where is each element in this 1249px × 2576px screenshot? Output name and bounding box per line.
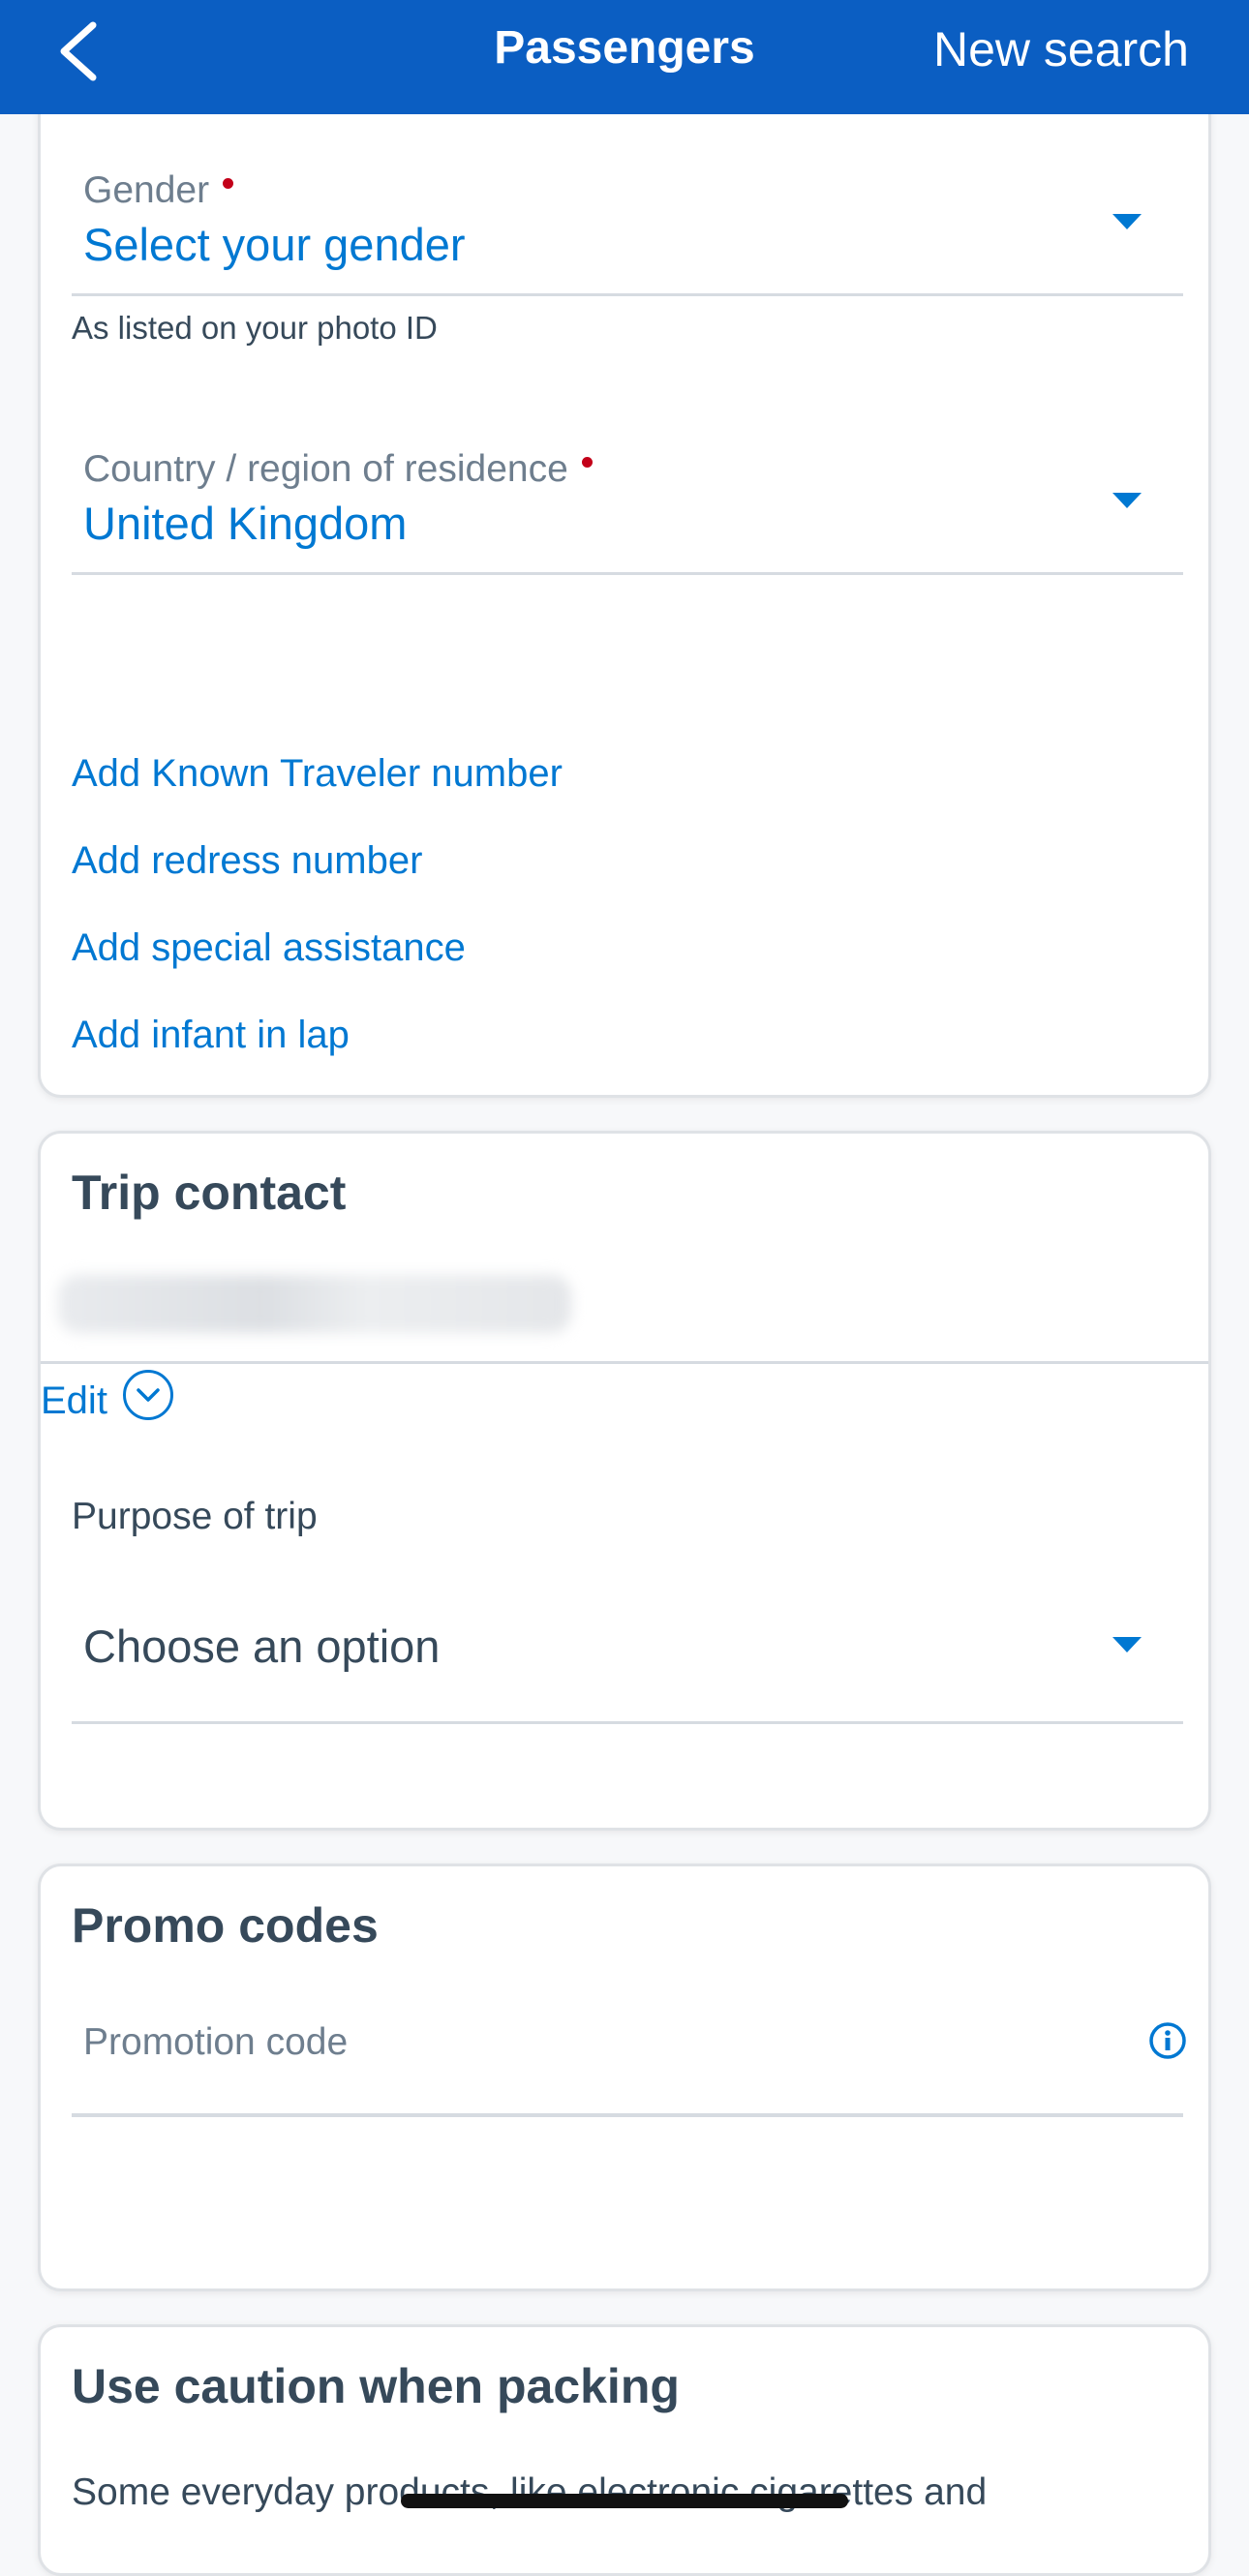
packing-caution-card: Use caution when packing Some everyday p… — [38, 2324, 1211, 2576]
add-redress-link[interactable]: Add redress number — [72, 839, 422, 883]
edit-contact-button[interactable]: Edit — [41, 1379, 107, 1423]
passenger-details-card: Gender Select your gender As listed on y… — [38, 58, 1211, 1098]
dropdown-caret-icon — [1112, 1637, 1142, 1652]
promotion-code-placeholder: Promotion code — [83, 2021, 349, 2063]
dropdown-caret-icon — [1112, 214, 1142, 229]
required-indicator — [581, 457, 593, 468]
purpose-of-trip-label: Purpose of trip — [72, 1496, 318, 1537]
trip-contact-title: Trip contact — [72, 1166, 347, 1220]
trip-contact-card: Trip contact Edit Purpose of trip Choose… — [38, 1131, 1211, 1831]
packing-caution-title: Use caution when packing — [72, 2359, 680, 2413]
chevron-down-circle-icon[interactable] — [123, 1370, 173, 1420]
add-known-traveler-link[interactable]: Add Known Traveler number — [72, 752, 563, 796]
divider — [41, 1361, 1208, 1364]
required-indicator — [223, 178, 234, 189]
purpose-of-trip-value: Choose an option — [83, 1621, 441, 1672]
top-navigation-bar: Passengers New search — [0, 0, 1249, 114]
country-value: United Kingdom — [83, 498, 408, 549]
dropdown-caret-icon — [1112, 493, 1142, 508]
promo-codes-title: Promo codes — [72, 1898, 379, 1953]
new-search-button[interactable]: New search — [933, 21, 1189, 77]
gender-label: Gender — [83, 169, 210, 211]
redacted-contact-info — [58, 1275, 571, 1333]
gender-hint: As listed on your photo ID — [72, 310, 438, 346]
info-icon[interactable] — [1148, 2021, 1187, 2060]
add-infant-in-lap-link[interactable]: Add infant in lap — [72, 1014, 350, 1057]
edit-label: Edit — [41, 1379, 107, 1422]
country-select[interactable]: Country / region of residence United Kin… — [72, 437, 1183, 575]
gender-value: Select your gender — [83, 219, 466, 270]
promo-codes-card: Promo codes Promotion code — [38, 1864, 1211, 2291]
add-special-assistance-link[interactable]: Add special assistance — [72, 926, 466, 970]
country-label: Country / region of residence — [83, 448, 568, 490]
purpose-of-trip-select[interactable]: Choose an option — [72, 1608, 1183, 1724]
promotion-code-input[interactable]: Promotion code — [72, 2021, 1186, 2116]
gender-select[interactable]: Gender Select your gender — [72, 158, 1183, 296]
promotion-code-underline — [72, 2114, 1183, 2117]
home-indicator — [401, 2494, 848, 2508]
